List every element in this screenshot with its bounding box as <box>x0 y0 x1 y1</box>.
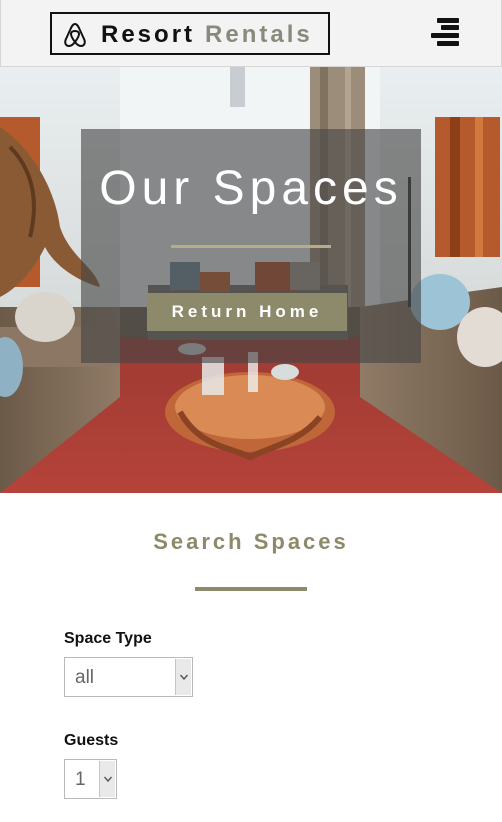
hero-banner: Our Spaces Return Home <box>0 67 502 493</box>
hero-divider <box>171 245 331 248</box>
chevron-down-icon <box>99 761 115 797</box>
hamburger-icon[interactable] <box>431 18 461 46</box>
search-divider <box>195 587 307 591</box>
guests-value: 1 <box>75 769 86 790</box>
logo-word-resort: Resort <box>101 21 196 48</box>
page-title: Our Spaces <box>99 162 403 215</box>
guests-label: Guests <box>64 732 119 749</box>
search-title: Search Spaces <box>153 529 349 554</box>
hero-overlay: Our Spaces Return Home <box>81 129 421 363</box>
space-type-value: all <box>75 667 95 688</box>
guests-select[interactable]: 1 <box>64 759 117 799</box>
logo[interactable]: Resort Rentals <box>50 12 330 55</box>
space-type-select[interactable]: all <box>64 657 193 697</box>
site-header: Resort Rentals <box>0 0 502 67</box>
return-home-button[interactable]: Return Home <box>147 293 347 331</box>
logo-text: Resort Rentals <box>101 21 313 49</box>
logo-word-rentals: Rentals <box>205 21 313 48</box>
airbnb-logo-icon <box>64 22 86 48</box>
chevron-down-icon <box>175 659 191 695</box>
space-type-label: Space Type <box>64 630 152 647</box>
